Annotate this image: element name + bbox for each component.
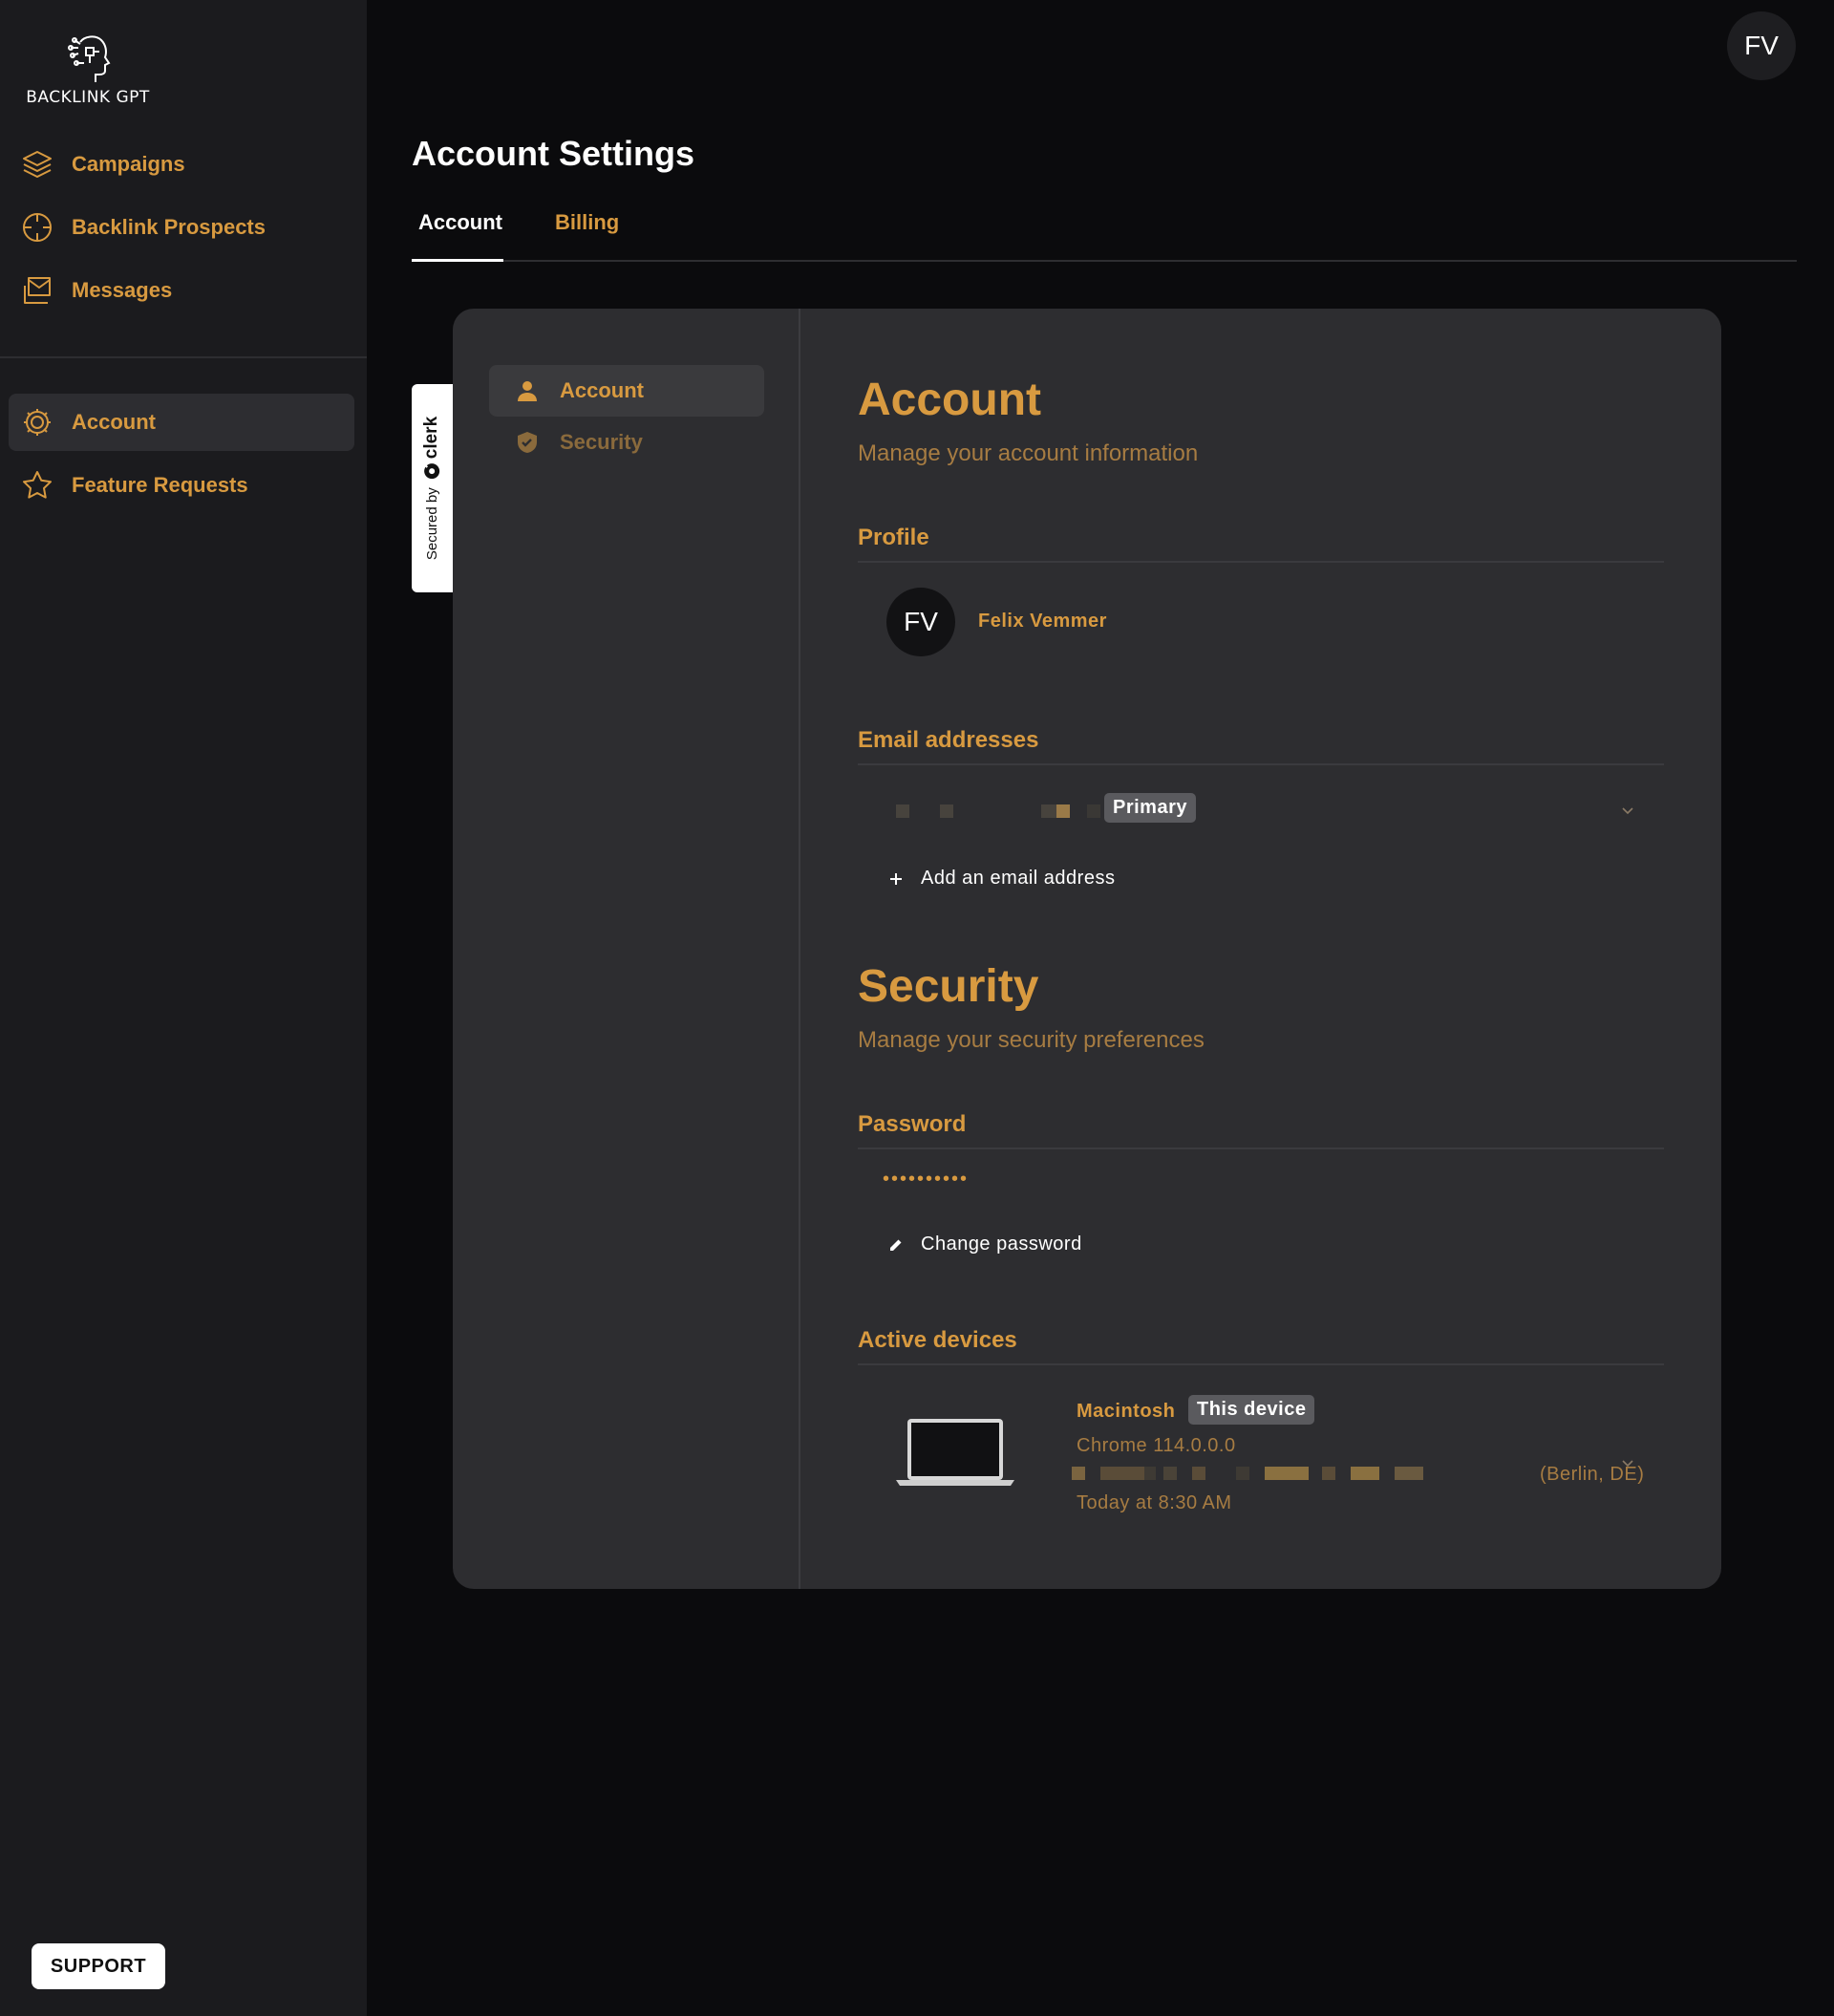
redacted-email-block (896, 804, 909, 818)
profile-heading: Profile (858, 525, 1664, 563)
user-profile-card: Account Security Account Manage your acc… (453, 309, 1721, 1589)
email-heading: Email addresses (858, 727, 1664, 765)
secured-by-text: Secured by (424, 487, 441, 561)
redacted-ip-block (1100, 1467, 1144, 1480)
chevron-down-icon[interactable] (1620, 1455, 1635, 1470)
profile-nav: Account Security (489, 365, 764, 468)
support-button[interactable]: SUPPORT (32, 1943, 165, 1989)
redacted-ip-block (1236, 1467, 1249, 1480)
sidebar-item-label: Backlink Prospects (72, 215, 266, 239)
device-name: Macintosh (1077, 1401, 1176, 1422)
user-avatar[interactable]: FV (1727, 11, 1796, 80)
redacted-ip-block (1351, 1467, 1379, 1480)
sidebar-item-account[interactable]: Account (9, 394, 354, 451)
clerk-brand: clerk (422, 417, 443, 480)
device-browser: Chrome 114.0.0.0 (1077, 1435, 1236, 1456)
laptop-icon (896, 1419, 1014, 1486)
add-email-label: Add an email address (921, 868, 1116, 889)
user-icon (518, 381, 537, 401)
add-email-button[interactable]: Add an email address (888, 868, 1115, 890)
profile-nav-account[interactable]: Account (489, 365, 764, 417)
secondary-nav: Account Feature Requests (9, 394, 354, 520)
clerk-brand-text: clerk (421, 416, 442, 460)
shield-icon (518, 432, 537, 453)
redacted-ip-block (1072, 1467, 1085, 1480)
profile-nav-label: Account (560, 378, 644, 402)
crosshair-icon (20, 210, 54, 245)
redacted-ip-block (1144, 1467, 1156, 1480)
active-devices-heading: Active devices (858, 1327, 1664, 1365)
profile-nav-security[interactable]: Security (489, 417, 764, 468)
change-password-button[interactable]: Change password (888, 1233, 1082, 1255)
redacted-email-block (940, 804, 953, 818)
pencil-icon (890, 1239, 902, 1251)
main-nav: Campaigns Backlink Prospects Messages (9, 136, 354, 325)
profile-avatar[interactable]: FV (886, 588, 955, 656)
account-section-subtitle: Manage your account information (858, 440, 1199, 466)
redacted-ip-block (1322, 1467, 1335, 1480)
redacted-email-block (1087, 804, 1100, 818)
sidebar-item-label: Messages (72, 278, 173, 302)
sidebar-divider (0, 356, 367, 358)
robot-head-logo-icon (68, 35, 111, 82)
redacted-email-block (1056, 804, 1070, 818)
security-section-subtitle: Manage your security preferences (858, 1027, 1205, 1053)
profile-name[interactable]: Felix Vemmer (978, 611, 1107, 633)
redacted-ip-block (1265, 1467, 1309, 1480)
active-tab-indicator (412, 259, 503, 262)
redacted-ip-block (1192, 1467, 1205, 1480)
secured-by-clerk-badge[interactable]: Secured by clerk (412, 384, 453, 592)
email-row[interactable]: Primary (896, 793, 1641, 826)
change-password-label: Change password (921, 1233, 1082, 1255)
star-icon (20, 468, 54, 503)
primary-badge: Primary (1104, 793, 1196, 823)
tab-account[interactable]: Account (418, 210, 502, 235)
card-divider (799, 309, 800, 1589)
clerk-logo-icon (424, 463, 440, 480)
chevron-down-icon[interactable] (1620, 803, 1635, 818)
page-title: Account Settings (412, 134, 695, 173)
sidebar-item-campaigns[interactable]: Campaigns (9, 136, 354, 193)
app-logo[interactable]: BACKLINK GPT (23, 31, 153, 113)
redacted-ip-block (1163, 1467, 1177, 1480)
sidebar-item-backlink-prospects[interactable]: Backlink Prospects (9, 199, 354, 256)
sidebar-item-feature-requests[interactable]: Feature Requests (9, 457, 354, 514)
plus-icon (890, 872, 902, 885)
account-section-title: Account (858, 375, 1041, 425)
device-last-active: Today at 8:30 AM (1077, 1492, 1232, 1513)
this-device-badge: This device (1188, 1395, 1315, 1425)
password-mask: •••••••••• (883, 1169, 970, 1190)
password-heading: Password (858, 1111, 1664, 1149)
tab-billing[interactable]: Billing (555, 210, 619, 235)
gear-icon (20, 405, 54, 440)
settings-tabs: Account Billing (412, 204, 1797, 262)
layers-icon (20, 147, 54, 182)
profile-nav-label: Security (560, 430, 643, 454)
sidebar-item-label: Account (72, 410, 156, 434)
logo-text: BACKLINK GPT (26, 88, 150, 107)
security-section-title: Security (858, 961, 1039, 1012)
sidebar-item-messages[interactable]: Messages (9, 262, 354, 319)
sidebar: BACKLINK GPT Campaigns Backlink Prospect… (0, 0, 367, 2016)
sidebar-item-label: Feature Requests (72, 473, 248, 497)
sidebar-item-label: Campaigns (72, 152, 185, 176)
redacted-ip-block (1395, 1467, 1423, 1480)
redacted-email-block (1041, 804, 1056, 818)
mail-icon (20, 273, 54, 308)
